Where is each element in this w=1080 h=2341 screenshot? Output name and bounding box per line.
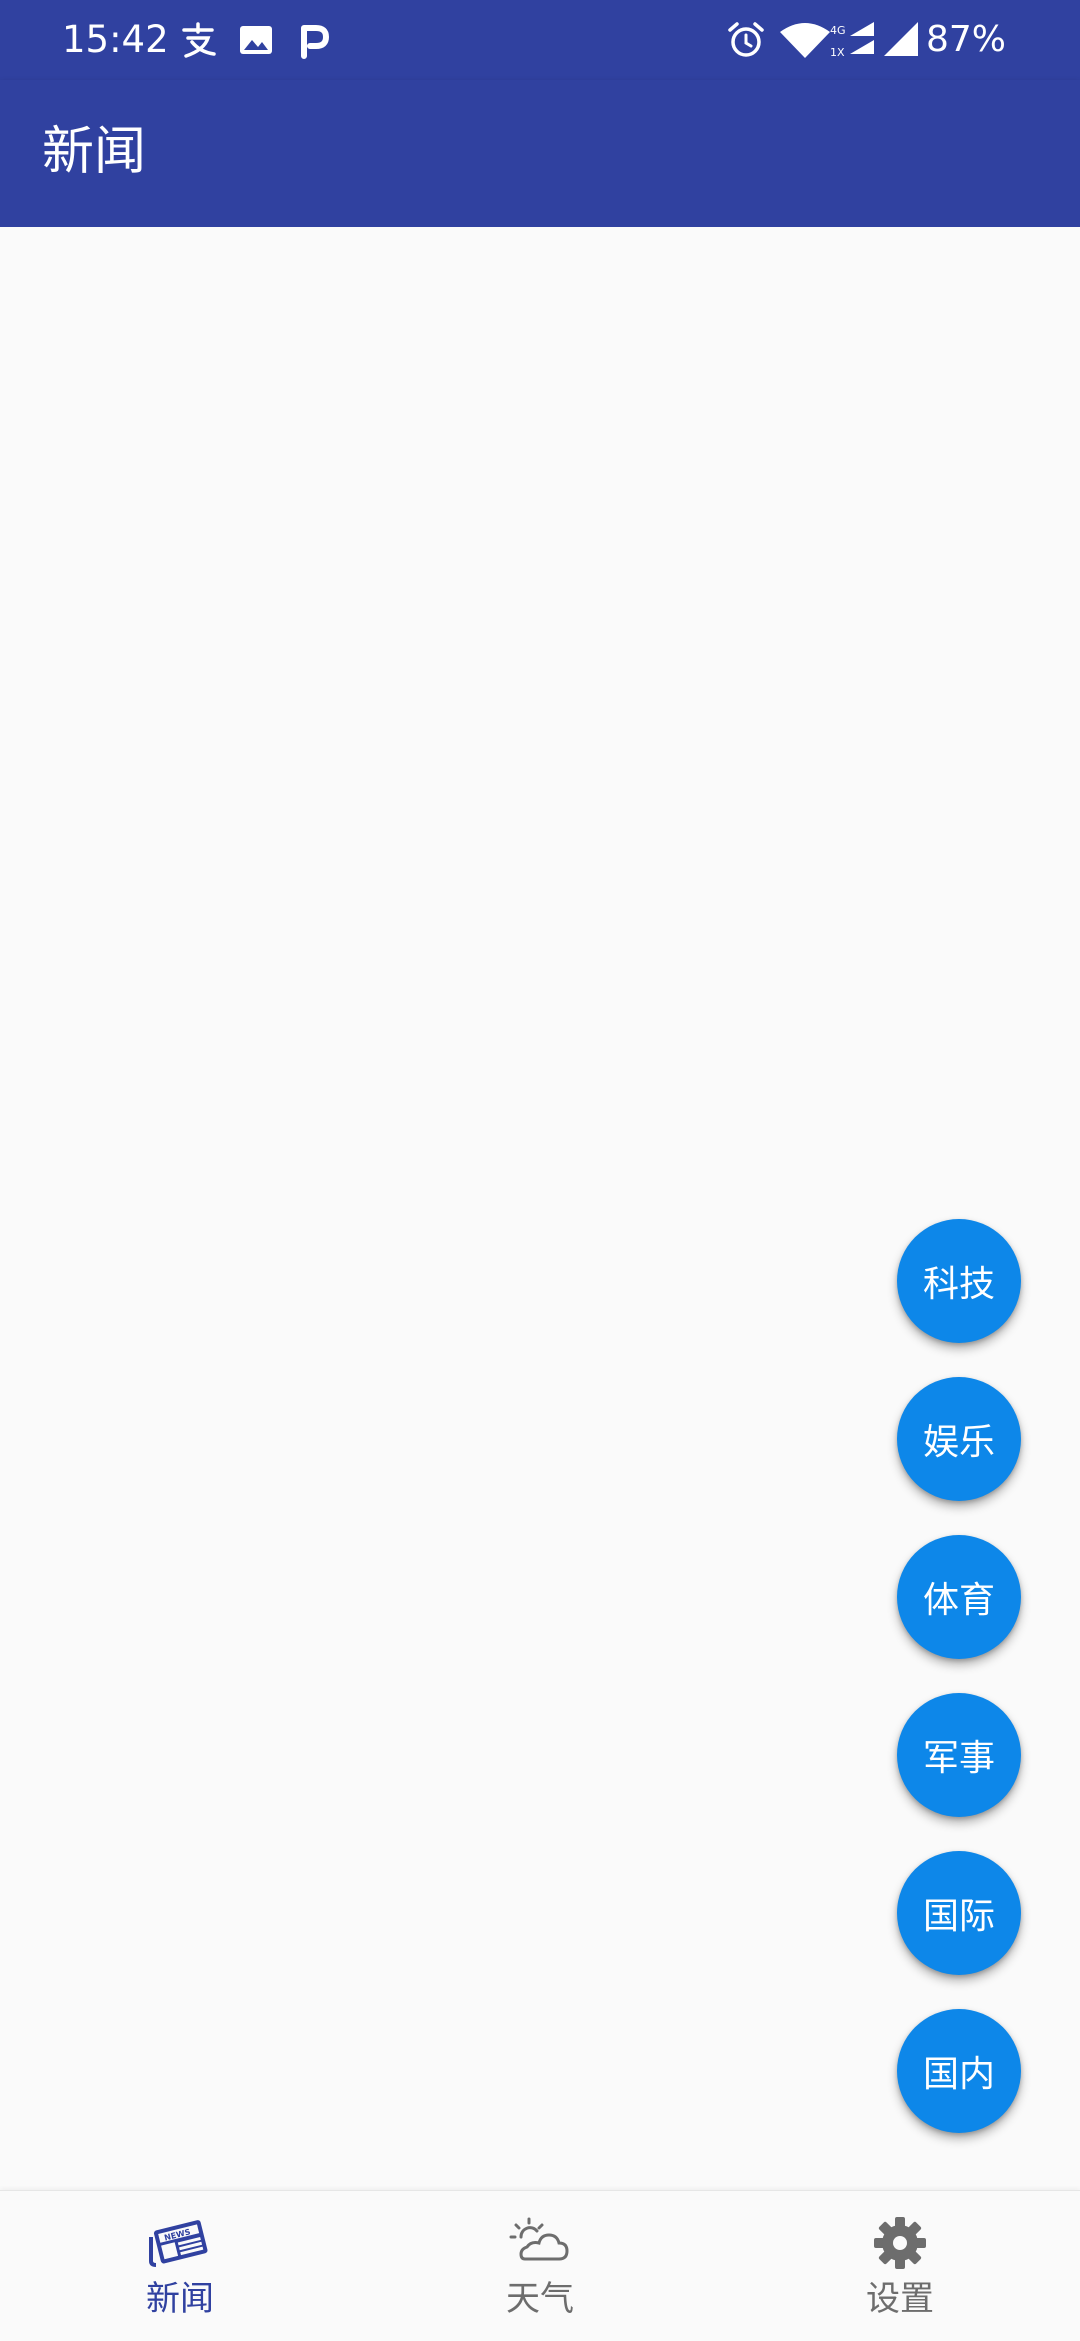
category-button-tech[interactable]: 科技 <box>897 1219 1021 1343</box>
nav-label-weather: 天气 <box>506 2279 574 2319</box>
cellular-signal-icon <box>882 20 920 60</box>
bottom-navigation: NEWS 新闻 天气 设置 <box>0 2190 1080 2341</box>
newspaper-icon: NEWS <box>147 2215 213 2271</box>
parking-app-icon <box>296 20 332 60</box>
nav-item-settings[interactable]: 设置 <box>720 2191 1080 2341</box>
nav-item-news[interactable]: NEWS 新闻 <box>0 2191 360 2341</box>
category-button-international[interactable]: 国际 <box>897 1851 1021 1975</box>
battery-percentage: 87% <box>925 19 1006 60</box>
category-button-domestic[interactable]: 国内 <box>897 2009 1021 2133</box>
weather-icon <box>507 2215 573 2271</box>
network-type-top: 4G <box>830 24 846 37</box>
status-bar: 15:42 4G 1X 87% <box>0 0 1080 80</box>
gear-icon <box>867 2215 933 2271</box>
status-time: 15:42 <box>62 18 169 61</box>
app-bar: 新闻 <box>0 80 1080 227</box>
alarm-icon <box>726 20 766 60</box>
network-type-bottom: 1X <box>830 46 845 59</box>
category-button-sports[interactable]: 体育 <box>897 1535 1021 1659</box>
nav-item-weather[interactable]: 天气 <box>360 2191 720 2341</box>
category-button-military[interactable]: 军事 <box>897 1693 1021 1817</box>
image-icon <box>238 20 274 60</box>
cellular-signal-icon: 4G 1X <box>828 20 876 60</box>
wifi-icon <box>778 20 832 60</box>
nav-label-news: 新闻 <box>146 2279 214 2319</box>
category-button-entertainment[interactable]: 娱乐 <box>897 1377 1021 1501</box>
alipay-icon <box>178 20 218 60</box>
nav-label-settings: 设置 <box>866 2279 934 2319</box>
page-title: 新闻 <box>42 122 147 182</box>
